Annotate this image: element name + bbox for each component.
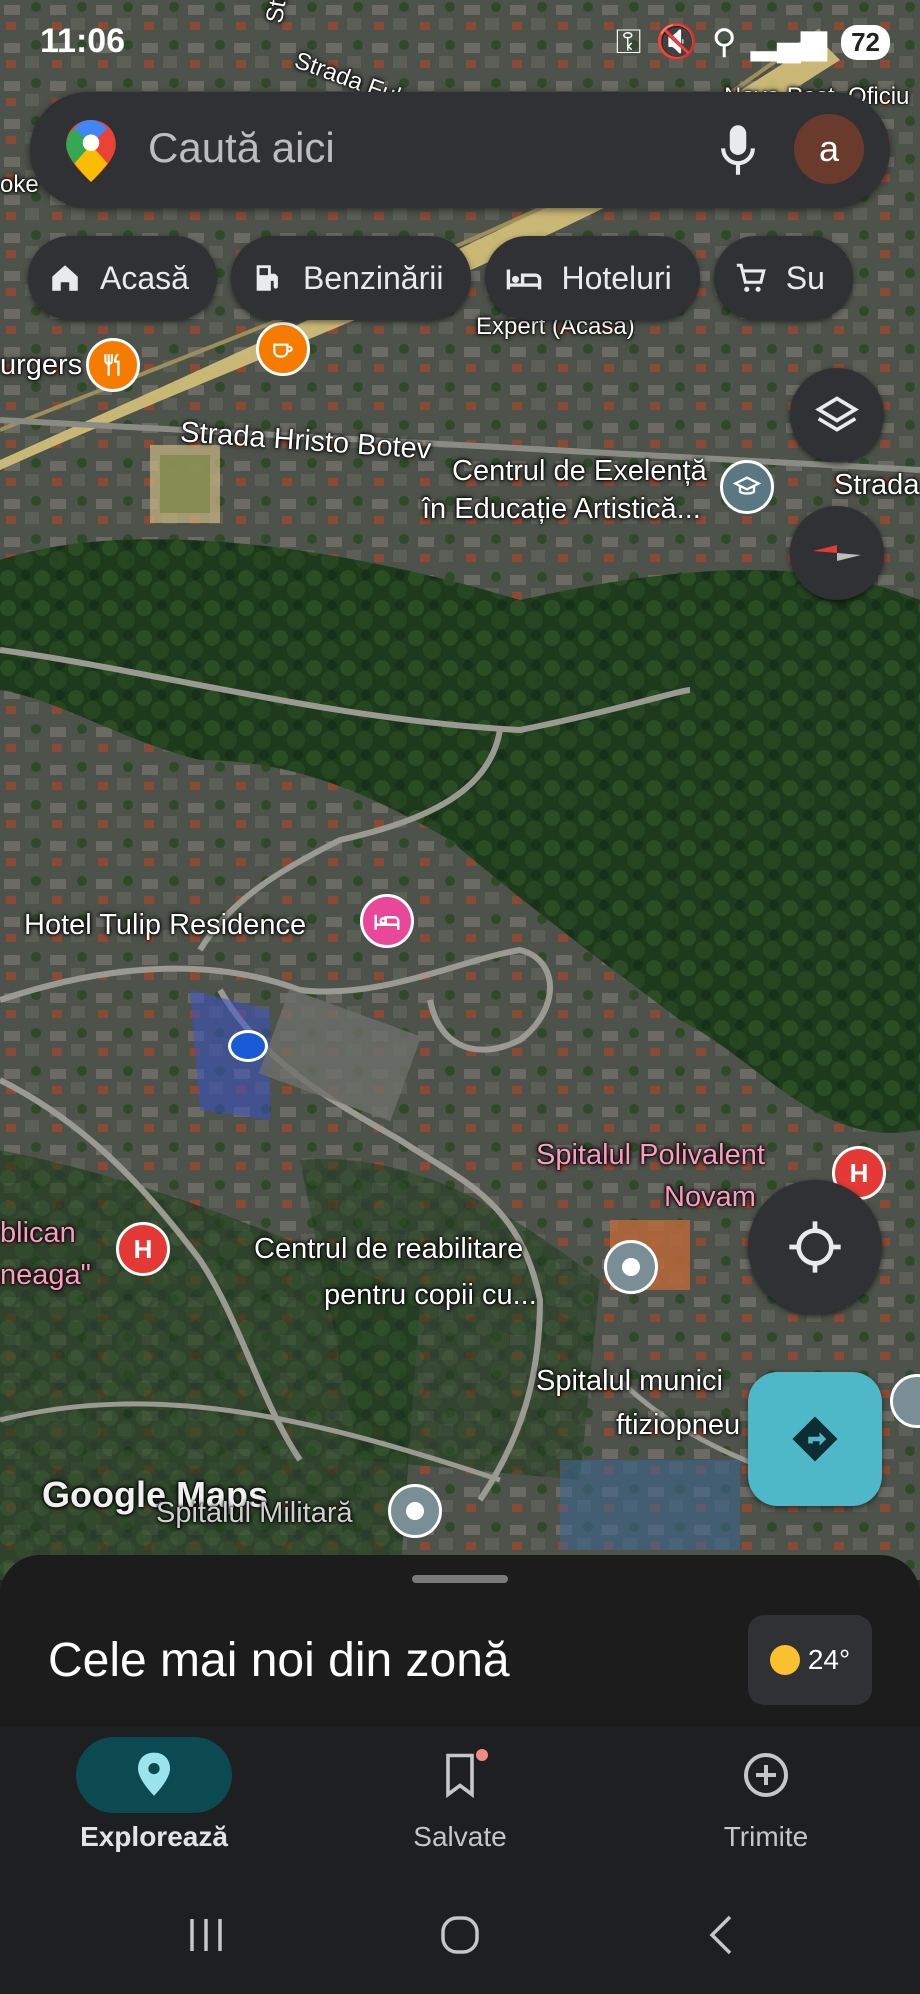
map-label-poi[interactable]: Centrul de reabilitare <box>254 1232 523 1266</box>
directions-icon <box>792 1416 838 1462</box>
key-icon: ⚿ <box>615 22 642 61</box>
chip-label: Acasă <box>100 259 189 296</box>
mute-icon: 🔇 <box>655 23 698 61</box>
map-label-poi[interactable]: în Educație Artistică... <box>422 492 701 526</box>
home-button-icon[interactable] <box>440 1915 480 1955</box>
nav-label: Trimite <box>723 1821 809 1852</box>
map-label-poi[interactable]: Centrul de Exelență <box>452 454 707 488</box>
back-icon[interactable] <box>706 1913 736 1957</box>
restaurant-pin-icon[interactable] <box>86 338 140 392</box>
microphone-icon[interactable] <box>718 122 758 178</box>
status-time: 11:06 <box>40 22 126 60</box>
sheet-drag-handle[interactable] <box>412 1575 508 1583</box>
category-chips: Acasă Benzinării Hoteluri Su <box>28 236 853 320</box>
nav-label: Salvate <box>413 1821 507 1852</box>
compass-button[interactable] <box>790 506 884 600</box>
map-label-poi[interactable]: Spitalul Polivalent <box>536 1138 765 1172</box>
account-avatar[interactable]: a <box>794 114 864 184</box>
nav-label: Explorează <box>80 1821 228 1852</box>
system-navigation-bar <box>0 1877 920 1994</box>
school-pin-icon[interactable] <box>720 460 774 514</box>
chip-benzinarii[interactable]: Benzinării <box>230 236 472 320</box>
bottom-sheet[interactable]: Cele mai noi din zonă 24° <box>0 1555 920 1727</box>
sheet-title: Cele mai noi din zonă <box>48 1634 510 1687</box>
location-icon: ⚲ <box>711 23 737 61</box>
chip-label: Su <box>785 259 825 296</box>
home-icon <box>52 265 78 291</box>
map-label-poi[interactable]: ftiziopneu <box>616 1408 740 1442</box>
weather-chip[interactable]: 24° <box>748 1615 872 1705</box>
nav-explore[interactable]: Explorează <box>4 1737 304 1853</box>
map-label-poi[interactable]: pentru copii cu... <box>324 1278 537 1312</box>
hotel-pin-icon[interactable] <box>360 894 414 948</box>
map-label-poi[interactable]: blican <box>0 1216 76 1250</box>
chip-acasa[interactable]: Acasă <box>28 236 217 320</box>
map-label-poi[interactable]: Spitalul Militară <box>156 1496 353 1530</box>
recent-apps-icon[interactable] <box>186 1917 226 1953</box>
map-label-poi[interactable]: Spitalul munici <box>536 1364 723 1398</box>
temperature: 24° <box>807 1644 851 1675</box>
bed-icon <box>507 269 542 290</box>
map-label-poi[interactable]: Novam <box>664 1180 756 1214</box>
signal-icon: ▂▄▆ <box>750 23 828 61</box>
map-label-poi: oke <box>0 171 39 198</box>
map-label-street: Strada <box>834 469 920 501</box>
my-location-dot <box>228 1030 268 1062</box>
my-location-button[interactable] <box>748 1180 882 1314</box>
gas-station-icon <box>256 265 278 291</box>
compass-icon <box>813 545 861 561</box>
map-label-poi[interactable]: Hotel Tulip Residence <box>24 908 306 942</box>
nav-contribute[interactable]: Trimite <box>616 1737 916 1853</box>
layers-button[interactable] <box>790 368 884 462</box>
map-label-poi[interactable]: neaga" <box>0 1258 91 1292</box>
status-bar: 11:06 ⚿ 🔇 ⚲ ▂▄▆ 72 <box>0 0 920 90</box>
shopping-cart-icon <box>736 263 766 292</box>
chip-label: Hoteluri <box>561 259 672 296</box>
place-pin-icon[interactable] <box>604 1240 658 1294</box>
google-maps-logo-icon <box>66 120 116 182</box>
chip-supermarkets[interactable]: Su <box>713 236 853 320</box>
cafe-pin-icon[interactable] <box>256 322 310 376</box>
bookmark-icon <box>446 1753 474 1798</box>
bottom-navigation: Explorează Salvate Trimite <box>0 1727 920 1877</box>
chip-label: Benzinării <box>302 259 444 296</box>
place-pin-icon[interactable] <box>388 1484 442 1538</box>
directions-button[interactable] <box>748 1372 882 1506</box>
chip-hoteluri[interactable]: Hoteluri <box>485 236 700 320</box>
nav-saved[interactable]: Salvate <box>310 1737 610 1853</box>
battery-indicator: 72 <box>841 24 890 60</box>
search-input[interactable]: Caută aici <box>148 124 335 172</box>
hospital-pin-icon[interactable]: H <box>116 1222 170 1276</box>
status-icons: ⚿ 🔇 ⚲ ▂▄▆ 72 <box>616 22 890 62</box>
layers-icon <box>815 396 859 432</box>
crosshair-icon <box>789 1221 841 1273</box>
sun-icon <box>769 1645 800 1675</box>
map-label-poi[interactable]: urgers <box>0 348 82 382</box>
notification-dot <box>476 1749 488 1761</box>
location-pin-icon <box>138 1752 170 1796</box>
add-circle-icon <box>744 1753 788 1797</box>
search-bar[interactable]: Caută aici a <box>30 92 890 208</box>
